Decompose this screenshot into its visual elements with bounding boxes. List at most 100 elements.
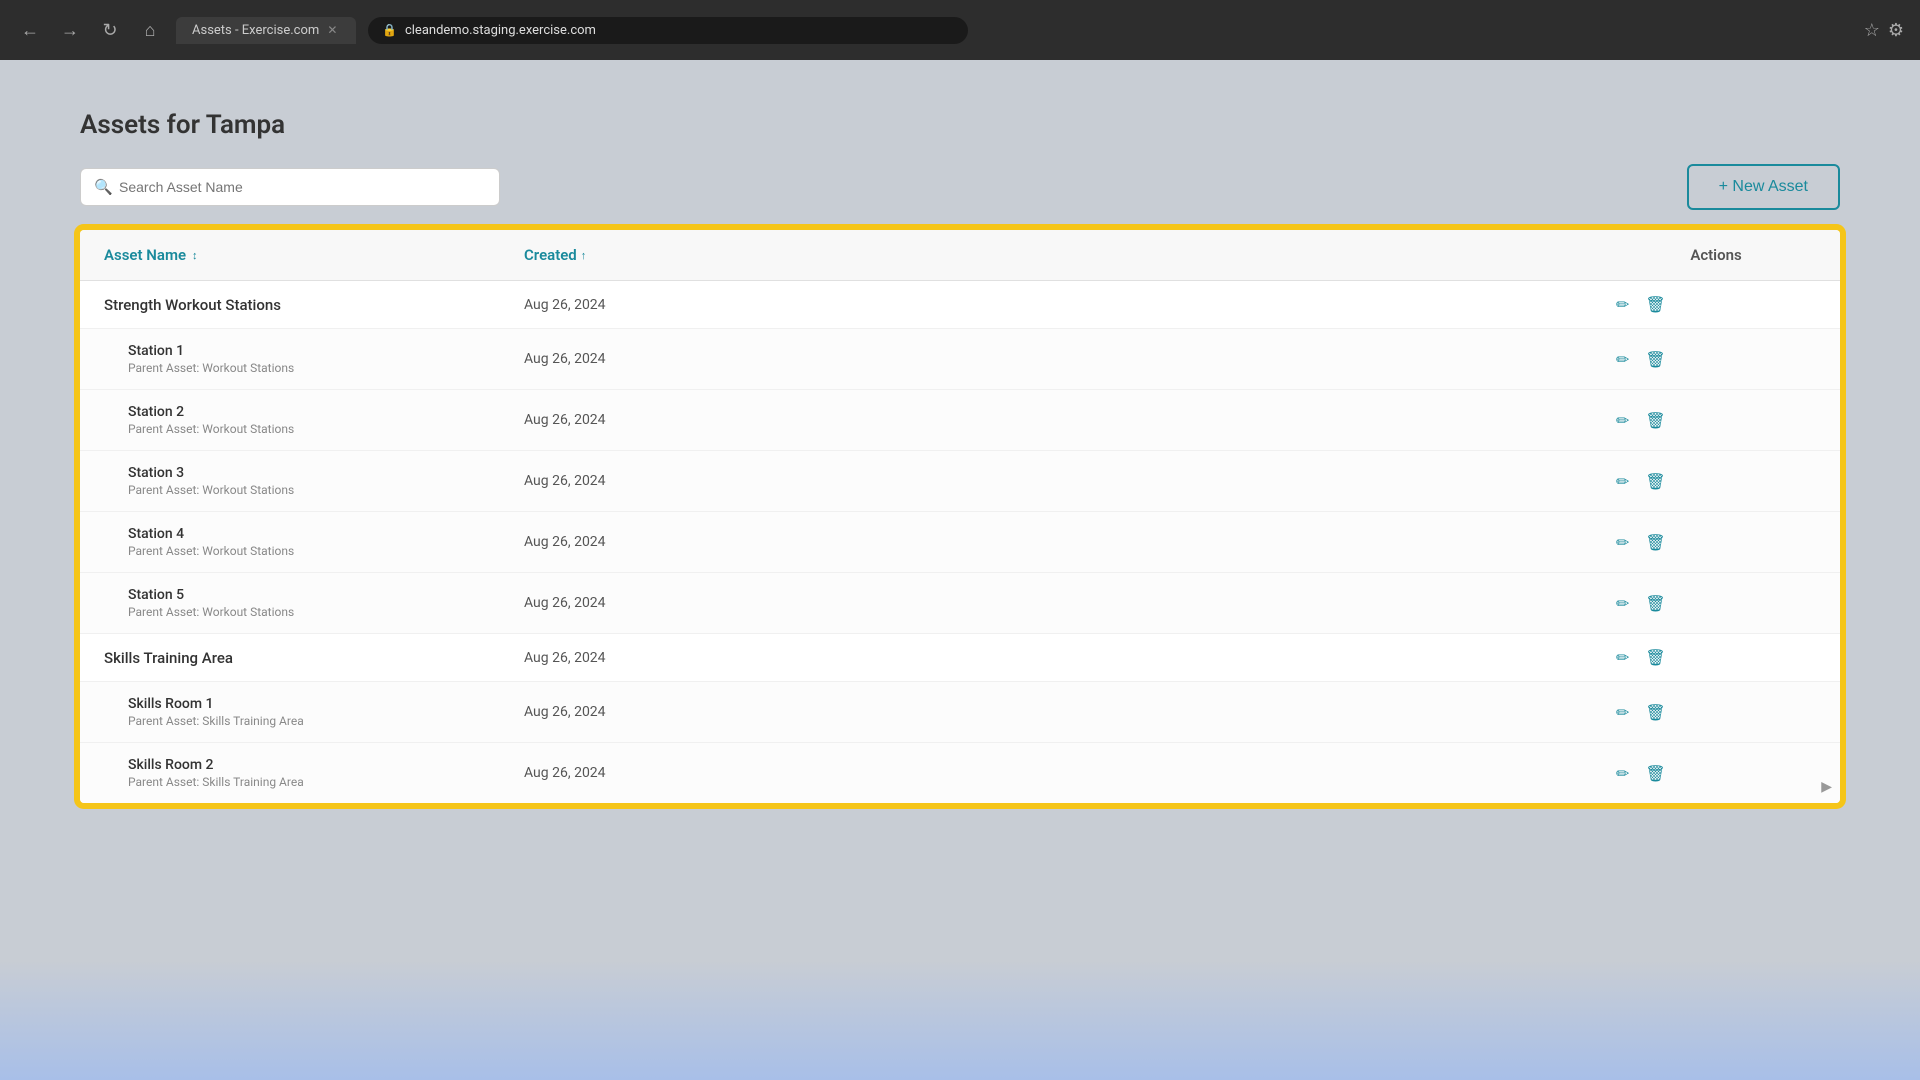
- actions-cell: ✏🗑: [1616, 295, 1816, 314]
- actions-cell: ✏🗑: [1616, 533, 1816, 552]
- date-cell: Aug 26, 2024: [524, 595, 1616, 611]
- date-cell: Aug 26, 2024: [524, 704, 1616, 720]
- browser-tab[interactable]: Assets - Exercise.com ✕: [176, 17, 356, 44]
- asset-child-name: Station 3: [104, 465, 524, 481]
- lock-icon: 🔒: [382, 23, 397, 37]
- search-input[interactable]: [80, 168, 500, 206]
- actions-cell: ✏🗑: [1616, 703, 1816, 722]
- delete-icon[interactable]: 🗑: [1645, 472, 1665, 491]
- col-asset-name-header[interactable]: Asset Name ↕: [104, 246, 524, 264]
- asset-parent-name: Skills Training Area: [104, 649, 524, 667]
- delete-icon[interactable]: 🗑: [1645, 703, 1665, 722]
- assets-table: Asset Name ↕ Created ↑ Actions Strength …: [80, 230, 1840, 803]
- date-cell: Aug 26, 2024: [524, 473, 1616, 489]
- created-sort-icon: ↑: [581, 249, 587, 262]
- table-row: Station 3 Parent Asset: Workout StationsA…: [80, 451, 1840, 512]
- actions-cell: ✏🗑: [1616, 594, 1816, 613]
- address-bar[interactable]: 🔒 cleandemo.staging.exercise.com: [368, 17, 968, 44]
- col-actions-header: Actions: [1616, 246, 1816, 264]
- table-row: Station 5 Parent Asset: Workout StationsA…: [80, 573, 1840, 634]
- new-asset-button[interactable]: + New Asset: [1687, 164, 1840, 210]
- edit-icon[interactable]: ✏: [1616, 350, 1629, 369]
- page-content: Assets for Tampa 🔍 + New Asset Asset Nam…: [0, 60, 1920, 1080]
- actions-cell: ✏🗑: [1616, 472, 1816, 491]
- search-wrapper: 🔍: [80, 168, 500, 206]
- delete-icon[interactable]: 🗑: [1645, 411, 1665, 430]
- browser-actions: ☆ ⚙: [1864, 20, 1904, 41]
- asset-parent-label: Parent Asset: Workout Stations: [104, 483, 524, 497]
- asset-name-cell: Strength Workout Stations: [104, 296, 524, 314]
- search-icon: 🔍: [94, 178, 113, 196]
- asset-name-cell: Skills Room 2 Parent Asset: Skills Traini…: [104, 757, 524, 789]
- forward-button[interactable]: →: [56, 16, 84, 44]
- asset-name-cell: Skills Training Area: [104, 649, 524, 667]
- asset-child-name: Skills Room 1: [104, 696, 524, 712]
- browser-chrome: ← → ↻ ⌂ Assets - Exercise.com ✕ 🔒 cleand…: [0, 0, 1920, 60]
- asset-parent-name: Strength Workout Stations: [104, 296, 524, 314]
- date-cell: Aug 26, 2024: [524, 412, 1616, 428]
- date-cell: Aug 26, 2024: [524, 650, 1616, 666]
- asset-name-cell: Station 1 Parent Asset: Workout Stations: [104, 343, 524, 375]
- table-row: Station 2Parent Asset: Workout StationsA…: [80, 390, 1840, 451]
- reload-button[interactable]: ↻: [96, 16, 124, 44]
- tab-label: Assets - Exercise.com: [192, 23, 319, 38]
- actions-cell: ✏🗑: [1616, 764, 1816, 783]
- edit-icon[interactable]: ✏: [1616, 764, 1629, 783]
- asset-name-cell: Skills Room 1 Parent Asset: Skills Traini…: [104, 696, 524, 728]
- asset-parent-label: Parent Asset: Workout Stations: [104, 605, 524, 619]
- asset-parent-label: Parent Asset: Workout Stations: [104, 422, 524, 436]
- tab-close-icon[interactable]: ✕: [327, 23, 337, 37]
- date-cell: Aug 26, 2024: [524, 297, 1616, 313]
- asset-name-cell: Station 5 Parent Asset: Workout Stations: [104, 587, 524, 619]
- asset-parent-label: Parent Asset: Workout Stations: [104, 361, 524, 375]
- delete-icon[interactable]: 🗑: [1645, 648, 1665, 667]
- table-header: Asset Name ↕ Created ↑ Actions: [80, 230, 1840, 281]
- asset-name-cell: Station 3 Parent Asset: Workout Stations: [104, 465, 524, 497]
- edit-icon[interactable]: ✏: [1616, 703, 1629, 722]
- edit-icon[interactable]: ✏: [1616, 533, 1629, 552]
- edit-icon[interactable]: ✏: [1616, 472, 1629, 491]
- date-cell: Aug 26, 2024: [524, 765, 1616, 781]
- actions-cell: ✏🗑: [1616, 350, 1816, 369]
- delete-icon[interactable]: 🗑: [1645, 764, 1665, 783]
- table-row: Station 1 Parent Asset: Workout StationsA…: [80, 329, 1840, 390]
- table-body: Strength Workout StationsAug 26, 2024✏🗑S…: [80, 281, 1840, 803]
- url-text: cleandemo.staging.exercise.com: [405, 23, 596, 38]
- table-row: Skills Room 2 Parent Asset: Skills Traini…: [80, 743, 1840, 803]
- delete-icon[interactable]: 🗑: [1645, 594, 1665, 613]
- table-row: Station 4 Parent Asset: Workout StationsA…: [80, 512, 1840, 573]
- extensions-icon[interactable]: ⚙: [1888, 20, 1904, 41]
- delete-icon[interactable]: 🗑: [1645, 350, 1665, 369]
- asset-name-cell: Station 2Parent Asset: Workout Stations: [104, 404, 524, 436]
- star-icon[interactable]: ☆: [1864, 20, 1880, 41]
- asset-child-name: Skills Room 2: [104, 757, 524, 773]
- asset-name-cell: Station 4 Parent Asset: Workout Stations: [104, 526, 524, 558]
- date-cell: Aug 26, 2024: [524, 351, 1616, 367]
- asset-parent-label: Parent Asset: Workout Stations: [104, 544, 524, 558]
- actions-cell: ✏🗑: [1616, 411, 1816, 430]
- new-asset-label: + New Asset: [1719, 178, 1808, 196]
- back-button[interactable]: ←: [16, 16, 44, 44]
- edit-icon[interactable]: ✏: [1616, 648, 1629, 667]
- edit-icon[interactable]: ✏: [1616, 295, 1629, 314]
- edit-icon[interactable]: ✏: [1616, 594, 1629, 613]
- asset-child-name: Station 5: [104, 587, 524, 603]
- page-title: Assets for Tampa: [80, 110, 1840, 140]
- actions-cell: ✏🗑: [1616, 648, 1816, 667]
- sort-icon: ↕: [192, 249, 198, 262]
- col-created-header[interactable]: Created ↑: [524, 246, 1616, 264]
- header-row: 🔍 + New Asset: [80, 164, 1840, 210]
- edit-icon[interactable]: ✏: [1616, 411, 1629, 430]
- asset-child-name: Station 1: [104, 343, 524, 359]
- asset-child-name: Station 4: [104, 526, 524, 542]
- delete-icon[interactable]: 🗑: [1645, 533, 1665, 552]
- asset-parent-label: Parent Asset: Skills Training Area: [104, 714, 524, 728]
- table-row: Skills Training AreaAug 26, 2024✏🗑: [80, 634, 1840, 682]
- home-button[interactable]: ⌂: [136, 16, 164, 44]
- table-row: Skills Room 1 Parent Asset: Skills Traini…: [80, 682, 1840, 743]
- asset-parent-label: Parent Asset: Skills Training Area: [104, 775, 524, 789]
- date-cell: Aug 26, 2024: [524, 534, 1616, 550]
- scroll-indicator[interactable]: ▶: [1821, 779, 1832, 795]
- table-row: Strength Workout StationsAug 26, 2024✏🗑: [80, 281, 1840, 329]
- delete-icon[interactable]: 🗑: [1645, 295, 1665, 314]
